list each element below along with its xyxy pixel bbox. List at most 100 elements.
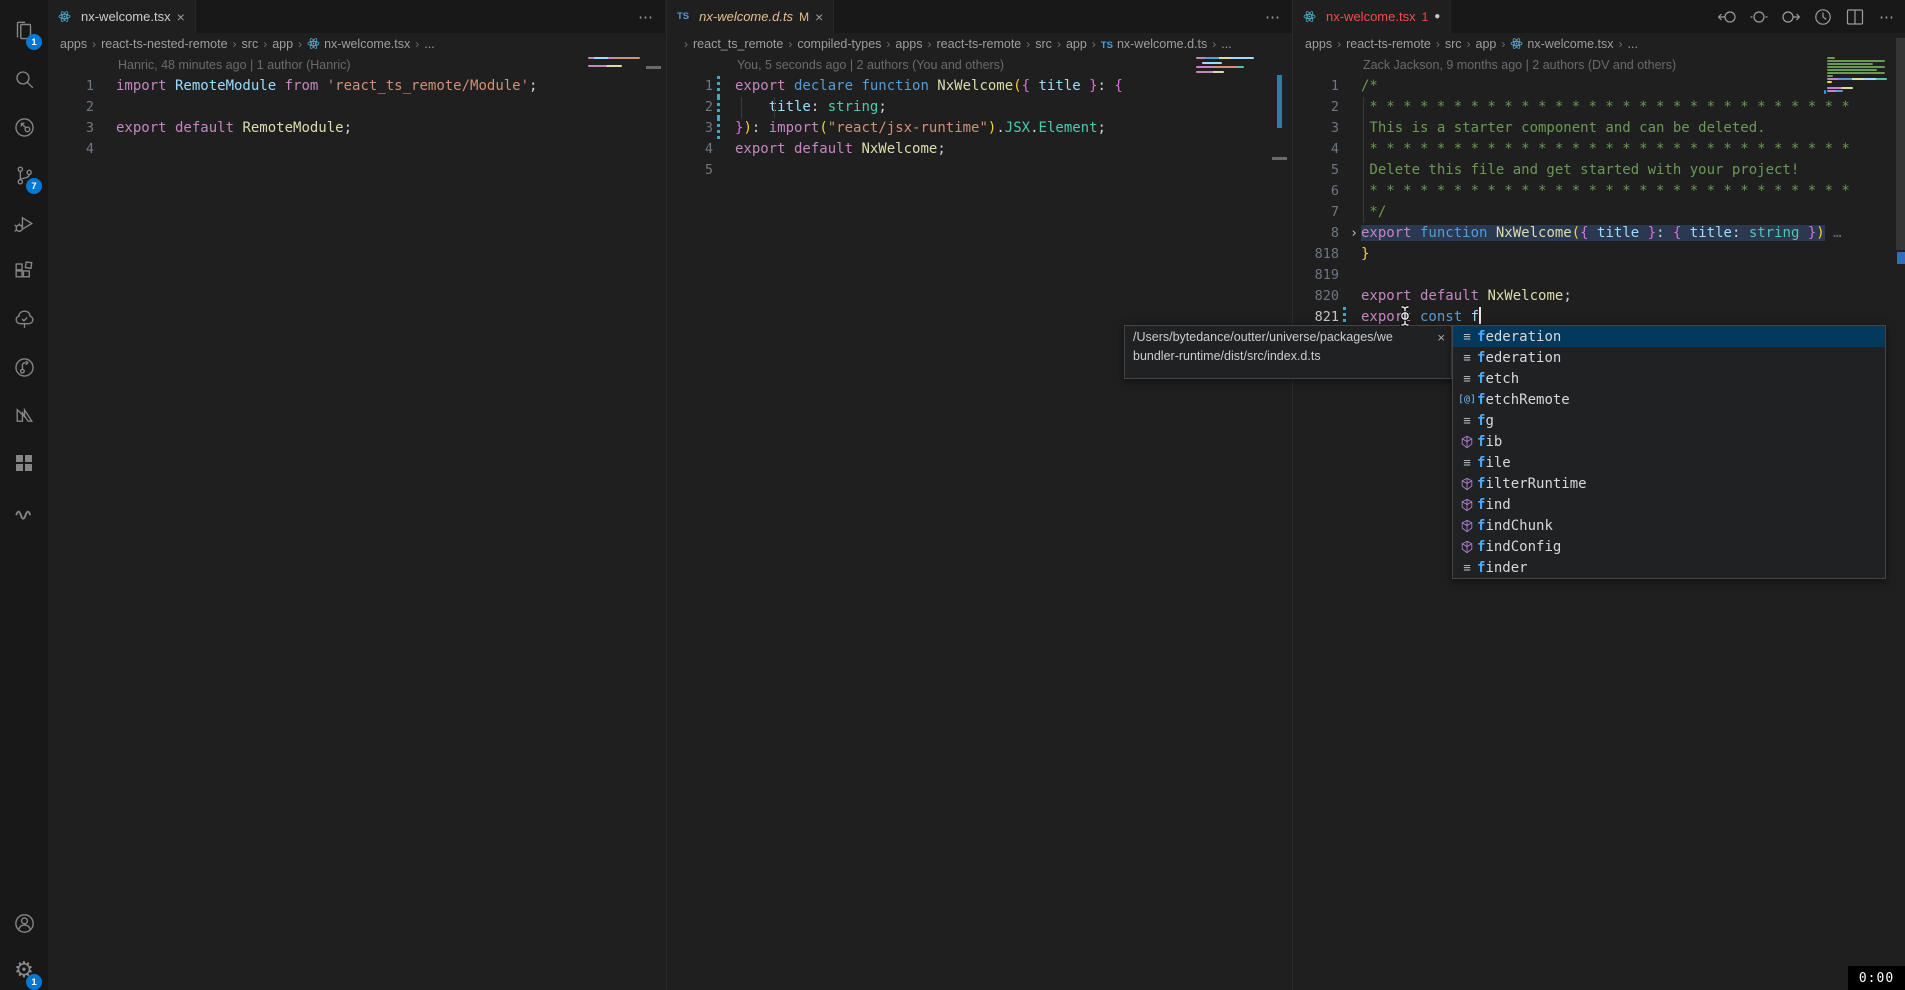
line-number[interactable]: 819 — [1293, 265, 1339, 286]
suggestion-item-finder[interactable]: ≡finder — [1453, 557, 1885, 578]
line-number[interactable]: 4 — [667, 139, 713, 160]
code-text[interactable]: Delete this file and get started with yo… — [1361, 160, 1905, 181]
suggestion-item-findChunk[interactable]: findChunk — [1453, 515, 1885, 536]
breadcrumb-item[interactable]: ... — [424, 37, 434, 51]
code-editor[interactable]: Hanric, 48 minutes ago | 1 author (Hanri… — [48, 55, 665, 990]
code-text[interactable]: }): import("react/jsx-runtime").JSX.Elem… — [735, 118, 1292, 139]
code-line[interactable]: 2 title: string; — [667, 97, 1292, 118]
code-text[interactable]: export default NxWelcome; — [1361, 286, 1905, 307]
code-line[interactable]: 1 /* — [1293, 76, 1905, 97]
suggestion-item-filterRuntime[interactable]: filterRuntime — [1453, 473, 1885, 494]
code-text[interactable] — [116, 139, 665, 160]
minimap[interactable] — [1827, 57, 1895, 97]
console-ninja-icon[interactable] — [0, 488, 48, 534]
open-changes-icon[interactable] — [1748, 6, 1770, 28]
breadcrumb-item[interactable]: nx-welcome.tsx — [1510, 37, 1613, 51]
extensions-icon[interactable] — [0, 248, 48, 294]
line-number[interactable]: 3 — [48, 118, 94, 139]
todo-tree-icon[interactable] — [0, 296, 48, 342]
code-line[interactable]: 2 — [48, 97, 665, 118]
code-line[interactable]: 1 export declare function NxWelcome({ tit… — [667, 76, 1292, 97]
code-line[interactable]: 820 export default NxWelcome; — [1293, 286, 1905, 307]
suggestion-item-findConfig[interactable]: findConfig — [1453, 536, 1885, 557]
code-text[interactable]: export declare function NxWelcome({ titl… — [735, 76, 1292, 97]
code-line[interactable]: 5 — [667, 160, 1292, 181]
breadcrumb-item[interactable]: react-ts-nested-remote — [101, 37, 227, 51]
code-text[interactable]: title: string; — [735, 97, 1292, 118]
tab-nx-welcome.tsx[interactable]: nx-welcome.tsx1● — [1293, 0, 1451, 33]
line-number[interactable]: 6 — [1293, 181, 1339, 202]
scrollbar[interactable] — [1896, 38, 1905, 250]
code-editor[interactable]: You, 5 seconds ago | 2 authors (You and … — [667, 55, 1292, 990]
breadcrumb-item[interactable]: compiled-types — [797, 37, 881, 51]
source-control-icon[interactable]: 7 — [0, 152, 48, 198]
line-number[interactable]: 1 — [48, 76, 94, 97]
previous-change-icon[interactable] — [1716, 6, 1738, 28]
line-number[interactable]: 5 — [1293, 160, 1339, 181]
code-text[interactable]: */ — [1361, 202, 1905, 223]
breadcrumb-item[interactable]: app — [272, 37, 293, 51]
code-line[interactable]: 3 This is a starter component and can be… — [1293, 118, 1905, 139]
code-line[interactable]: 7 */ — [1293, 202, 1905, 223]
tab-nx-welcome.tsx[interactable]: nx-welcome.tsx× — [48, 0, 196, 33]
line-number[interactable]: 5 — [667, 160, 713, 181]
code-text[interactable]: * * * * * * * * * * * * * * * * * * * * … — [1361, 97, 1905, 118]
code-text[interactable]: * * * * * * * * * * * * * * * * * * * * … — [1361, 139, 1905, 160]
line-number[interactable]: 1 — [1293, 76, 1339, 97]
breadcrumb-item[interactable]: ... — [1221, 37, 1231, 51]
explorer-icon[interactable]: 1 — [0, 8, 48, 54]
line-number[interactable]: 820 — [1293, 286, 1339, 307]
breadcrumb-item[interactable]: app — [1476, 37, 1497, 51]
gitlens-inspect-icon[interactable] — [0, 104, 48, 150]
code-text[interactable]: import RemoteModule from 'react_ts_remot… — [116, 76, 665, 97]
line-number[interactable]: 3 — [667, 118, 713, 139]
suggestion-item-find[interactable]: find — [1453, 494, 1885, 515]
code-line[interactable]: 4 export default NxWelcome; — [667, 139, 1292, 160]
line-number[interactable]: 4 — [48, 139, 94, 160]
tab-dirty-indicator[interactable]: ● — [1434, 11, 1440, 22]
code-text[interactable]: export default RemoteModule; — [116, 118, 665, 139]
code-line[interactable]: 819 — [1293, 265, 1905, 286]
code-line[interactable]: 818} — [1293, 244, 1905, 265]
suggestion-item-file[interactable]: ≡file — [1453, 452, 1885, 473]
accounts-icon[interactable] — [0, 900, 48, 946]
code-line[interactable]: 6 * * * * * * * * * * * * * * * * * * * … — [1293, 181, 1905, 202]
code-text[interactable] — [116, 97, 665, 118]
breadcrumb-item[interactable]: ... — [1628, 37, 1638, 51]
code-text[interactable]: This is a starter component and can be d… — [1361, 118, 1905, 139]
breadcrumb-item[interactable]: apps — [1305, 37, 1332, 51]
code-text[interactable]: export default NxWelcome; — [735, 139, 1292, 160]
run-and-debug-icon[interactable] — [0, 200, 48, 246]
code-line[interactable]: 5 Delete this file and get started with … — [1293, 160, 1905, 181]
file-history-icon[interactable] — [1812, 6, 1834, 28]
suggestion-item-fetch[interactable]: ≡fetch — [1453, 368, 1885, 389]
breadcrumb-item[interactable]: src — [1445, 37, 1462, 51]
settings-icon[interactable]: ⚙1 — [0, 948, 48, 990]
nx-console-icon[interactable] — [0, 392, 48, 438]
line-number[interactable]: 3 — [1293, 118, 1339, 139]
line-number[interactable]: 2 — [48, 97, 94, 118]
suggestion-item-federation[interactable]: ≡federation — [1453, 326, 1885, 347]
line-number[interactable]: 8 — [1293, 223, 1339, 244]
breadcrumb-item[interactable]: src — [242, 37, 259, 51]
breadcrumb-item[interactable]: react-ts-remote — [937, 37, 1022, 51]
code-text[interactable]: export function NxWelcome({ title }: { t… — [1361, 223, 1905, 244]
line-number[interactable]: 1 — [667, 76, 713, 97]
minimap[interactable] — [588, 57, 650, 71]
line-number[interactable]: 4 — [1293, 139, 1339, 160]
code-line[interactable]: 4 — [48, 139, 665, 160]
breadcrumb-item[interactable]: apps — [60, 37, 87, 51]
code-line[interactable]: 2 * * * * * * * * * * * * * * * * * * * … — [1293, 97, 1905, 118]
code-text[interactable]: } — [1361, 244, 1905, 265]
breadcrumb-item[interactable]: apps — [895, 37, 922, 51]
suggestion-item-federation[interactable]: ≡federation — [1453, 347, 1885, 368]
gitlens-graph-icon[interactable] — [0, 344, 48, 390]
breadcrumb-item[interactable]: app — [1066, 37, 1087, 51]
more-actions-icon[interactable]: ⋯ — [1262, 6, 1284, 28]
line-number[interactable]: 2 — [667, 97, 713, 118]
line-number[interactable]: 7 — [1293, 202, 1339, 223]
code-text[interactable]: /* — [1361, 76, 1905, 97]
line-number[interactable]: 818 — [1293, 244, 1339, 265]
grid-extension-icon[interactable] — [0, 440, 48, 486]
breadcrumb-item[interactable]: react_ts_remote — [693, 37, 783, 51]
